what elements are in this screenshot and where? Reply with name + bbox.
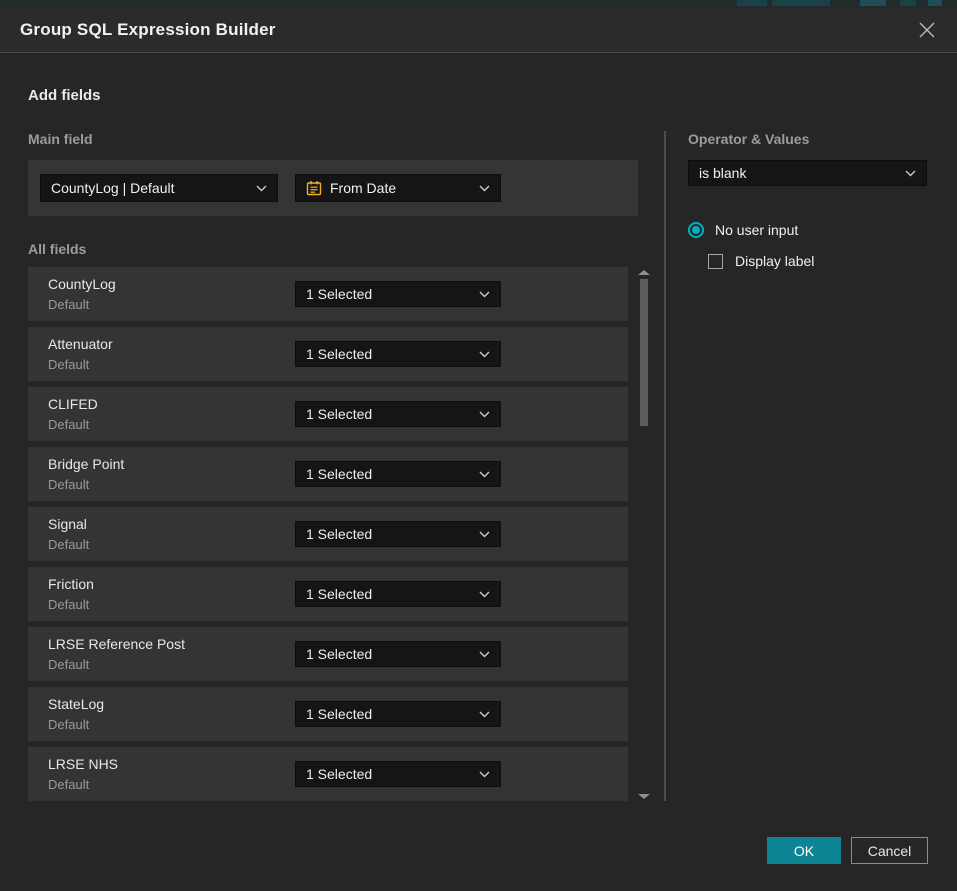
main-field-select-value: From Date [330, 180, 465, 196]
field-selection-value: 1 Selected [306, 646, 473, 662]
radio-selected-icon [688, 222, 704, 238]
field-row: CLIFED Default 1 Selected [28, 387, 628, 441]
field-selection-value: 1 Selected [306, 706, 473, 722]
all-fields-label: All fields [28, 241, 664, 257]
main-field-select[interactable]: From Date [295, 174, 501, 202]
field-selection-select[interactable]: 1 Selected [295, 401, 501, 427]
sql-expression-builder-dialog: Group SQL Expression Builder Add fields … [0, 8, 957, 891]
no-user-input-label: No user input [715, 222, 798, 238]
background-fragment [928, 0, 942, 6]
field-row: Bridge Point Default 1 Selected [28, 447, 628, 501]
chevron-down-icon [479, 351, 490, 358]
display-label-option[interactable]: Display label [708, 253, 927, 269]
field-selection-value: 1 Selected [306, 346, 473, 362]
background-app-strip [0, 0, 957, 8]
close-button[interactable] [913, 16, 941, 44]
fields-column: Main field CountyLog | Default [28, 131, 664, 801]
field-row: Attenuator Default 1 Selected [28, 327, 628, 381]
calendar-icon [306, 180, 322, 196]
scrollbar-thumb[interactable] [640, 279, 648, 426]
field-selection-select[interactable]: 1 Selected [295, 641, 501, 667]
field-selection-value: 1 Selected [306, 766, 473, 782]
scroll-down-arrow-icon[interactable] [638, 794, 650, 799]
all-fields-list: CountyLog Default 1 Selected Attenuator … [28, 267, 628, 801]
background-fragment [737, 0, 767, 6]
layer-select[interactable]: CountyLog | Default [40, 174, 278, 202]
scrollbar[interactable] [628, 267, 664, 801]
field-selection-value: 1 Selected [306, 406, 473, 422]
display-label-label: Display label [735, 253, 814, 269]
field-row: Friction Default 1 Selected [28, 567, 628, 621]
field-selection-select[interactable]: 1 Selected [295, 341, 501, 367]
checkbox-unchecked-icon [708, 254, 723, 269]
background-fragment [772, 0, 830, 6]
field-row: StateLog Default 1 Selected [28, 687, 628, 741]
operator-select-value: is blank [699, 165, 899, 181]
field-selection-value: 1 Selected [306, 286, 473, 302]
field-selection-select[interactable]: 1 Selected [295, 761, 501, 787]
main-field-label: Main field [28, 131, 664, 147]
dialog-footer: OK Cancel [767, 837, 928, 864]
field-selection-value: 1 Selected [306, 586, 473, 602]
operator-column: Operator & Values is blank No user input [664, 131, 957, 801]
field-selection-select[interactable]: 1 Selected [295, 581, 501, 607]
field-selection-value: 1 Selected [306, 526, 473, 542]
no-user-input-option[interactable]: No user input [688, 222, 927, 238]
chevron-down-icon [479, 591, 490, 598]
dialog-titlebar: Group SQL Expression Builder [0, 8, 957, 53]
chevron-down-icon [479, 185, 490, 192]
background-fragment [860, 0, 886, 6]
dialog-title: Group SQL Expression Builder [20, 20, 276, 40]
chevron-down-icon [479, 771, 490, 778]
ok-button[interactable]: OK [767, 837, 841, 864]
chevron-down-icon [256, 185, 267, 192]
dialog-body: Add fields Main field CountyLog | Defaul… [0, 53, 957, 891]
chevron-down-icon [479, 411, 490, 418]
close-icon [918, 21, 936, 39]
chevron-down-icon [479, 531, 490, 538]
field-row: CountyLog Default 1 Selected [28, 267, 628, 321]
field-selection-select[interactable]: 1 Selected [295, 461, 501, 487]
field-row: Signal Default 1 Selected [28, 507, 628, 561]
field-selection-select[interactable]: 1 Selected [295, 281, 501, 307]
chevron-down-icon [479, 651, 490, 658]
field-selection-select[interactable]: 1 Selected [295, 521, 501, 547]
main-field-panel: CountyLog | Default [28, 160, 638, 216]
operator-select[interactable]: is blank [688, 160, 927, 186]
builder-columns: Main field CountyLog | Default [28, 131, 957, 801]
field-row: LRSE NHS Default 1 Selected [28, 747, 628, 801]
cancel-button[interactable]: Cancel [851, 837, 928, 864]
chevron-down-icon [479, 711, 490, 718]
chevron-down-icon [479, 471, 490, 478]
scroll-up-arrow-icon[interactable] [638, 270, 650, 275]
chevron-down-icon [479, 291, 490, 298]
background-fragment [900, 0, 916, 6]
operator-values-label: Operator & Values [688, 131, 927, 147]
layer-select-value: CountyLog | Default [51, 180, 250, 196]
field-row: LRSE Reference Post Default 1 Selected [28, 627, 628, 681]
field-selection-value: 1 Selected [306, 466, 473, 482]
add-fields-heading: Add fields [28, 87, 957, 104]
screen: Group SQL Expression Builder Add fields … [0, 0, 957, 891]
all-fields-list-wrap: CountyLog Default 1 Selected Attenuator … [28, 267, 664, 801]
field-selection-select[interactable]: 1 Selected [295, 701, 501, 727]
chevron-down-icon [905, 170, 916, 177]
